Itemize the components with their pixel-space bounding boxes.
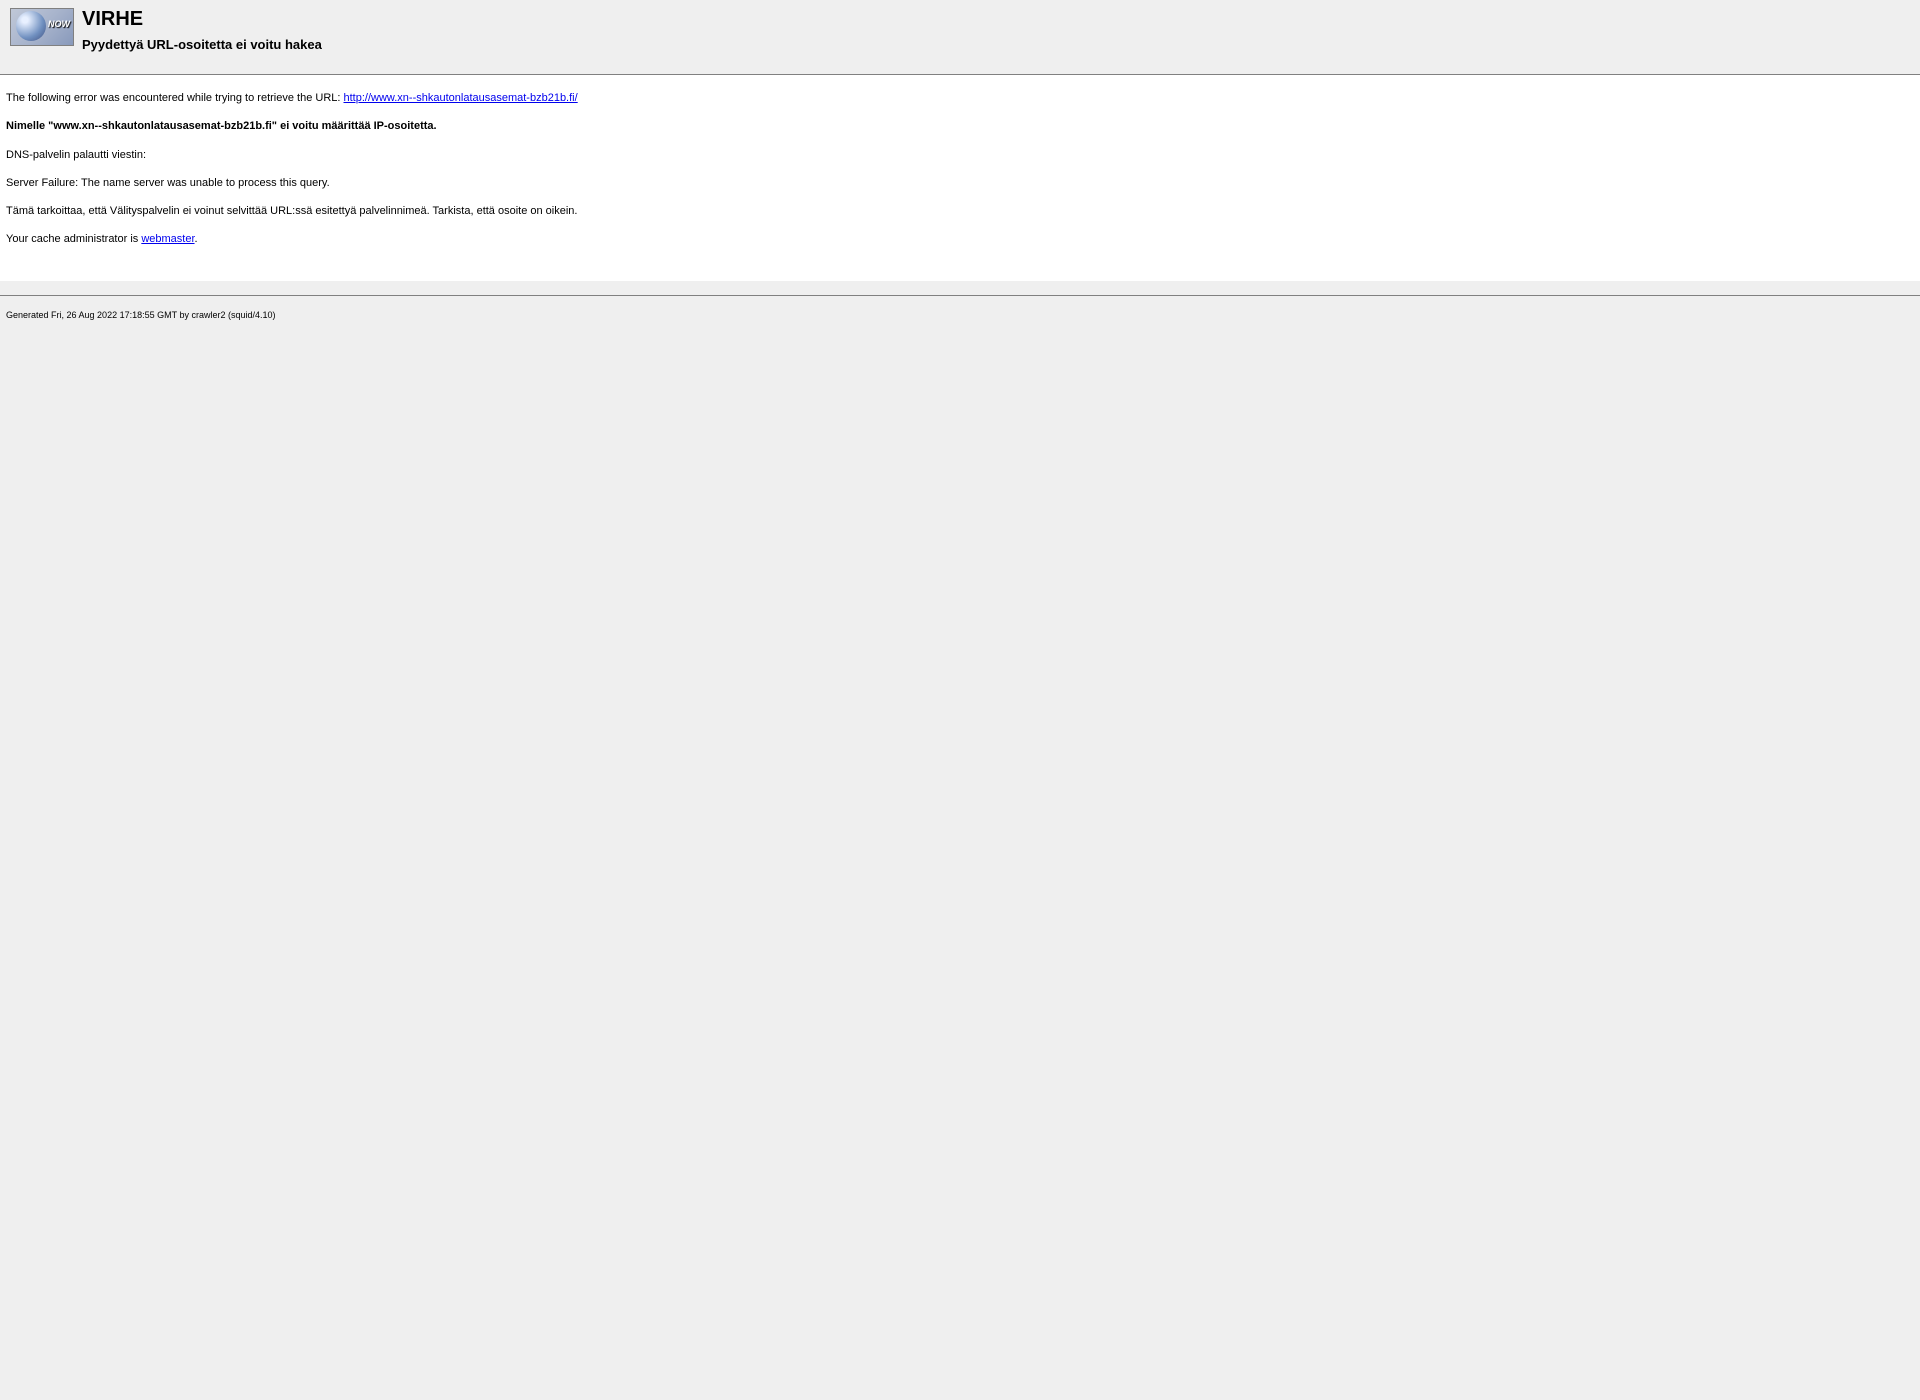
dns-error-message: Nimelle "www.xn--shkautonlatausasemat-bz… <box>6 119 1914 133</box>
dns-server-message: Server Failure: The name server was unab… <box>6 176 1914 190</box>
error-intro-text: The following error was encountered whil… <box>6 92 344 104</box>
error-intro-line: The following error was encountered whil… <box>6 91 1914 105</box>
divider-bottom <box>0 295 1920 296</box>
admin-suffix: . <box>195 233 198 245</box>
webmaster-link[interactable]: webmaster <box>141 233 194 245</box>
error-content: The following error was encountered whil… <box>0 75 1920 281</box>
error-header: NOW VIRHE Pyydettyä URL-osoitetta ei voi… <box>0 0 1920 60</box>
logo-text: NOW <box>48 19 70 29</box>
explanation-text: Tämä tarkoittaa, että Välityspalvelin ei… <box>6 204 1914 218</box>
error-title: VIRHE <box>82 8 322 31</box>
dns-server-label: DNS-palvelin palautti viestin: <box>6 148 1914 162</box>
header-text-block: VIRHE Pyydettyä URL-osoitetta ei voitu h… <box>82 8 322 52</box>
admin-prefix: Your cache administrator is <box>6 233 141 245</box>
footer: Generated Fri, 26 Aug 2022 17:18:55 GMT … <box>0 304 1920 326</box>
logo-swirl-graphic <box>16 11 46 41</box>
admin-line: Your cache administrator is webmaster. <box>6 232 1914 246</box>
squid-logo: NOW <box>10 8 74 46</box>
failed-url-link[interactable]: http://www.xn--shkautonlatausasemat-bzb2… <box>344 92 578 104</box>
error-subtitle: Pyydettyä URL-osoitetta ei voitu hakea <box>82 37 322 52</box>
generated-text: Generated Fri, 26 Aug 2022 17:18:55 GMT … <box>6 310 276 320</box>
